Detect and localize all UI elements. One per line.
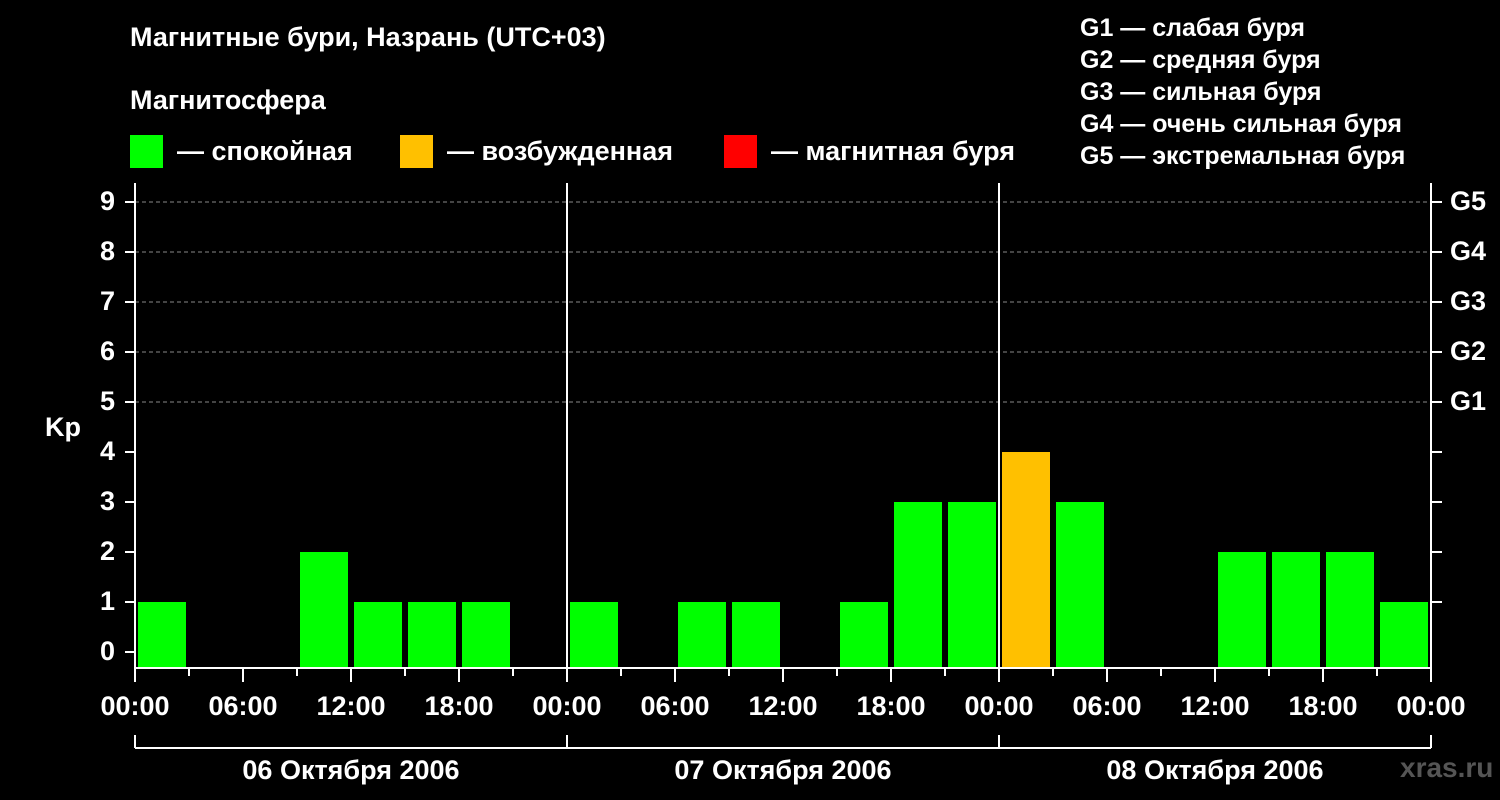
- kp-bar: [354, 602, 402, 668]
- kp-bar: [1218, 552, 1266, 668]
- x-tick-label: 00:00: [100, 691, 169, 721]
- x-tick-label: 12:00: [316, 691, 385, 721]
- y-axis-label: Kp: [45, 412, 81, 442]
- kp-bar: [840, 602, 888, 668]
- y-tick-label: 6: [100, 336, 115, 366]
- x-tick-label: 06:00: [1072, 691, 1141, 721]
- kp-bar: [1326, 552, 1374, 668]
- g-scale-label: G1: [1450, 386, 1486, 416]
- kp-bar: [1002, 452, 1050, 668]
- day-label: 07 Октября 2006: [674, 755, 891, 785]
- g-scale-label: G3: [1450, 286, 1486, 316]
- kp-bar: [138, 602, 186, 668]
- y-tick-label: 2: [100, 536, 115, 566]
- day-label: 08 Октября 2006: [1106, 755, 1323, 785]
- x-tick-label: 18:00: [1288, 691, 1357, 721]
- kp-bar: [408, 602, 456, 668]
- y-tick-label: 9: [100, 186, 115, 216]
- kp-bar: [462, 602, 510, 668]
- x-tick-label: 18:00: [856, 691, 925, 721]
- kp-bar-chart: 0 1 2 3 4 5 6 7 8 9 G1 G2 G3 G4 G5 Kp 00:00 06:00 12:00 18:…: [45, 183, 1486, 785]
- kp-bar: [1380, 602, 1428, 668]
- day-label: 06 Октября 2006: [242, 755, 459, 785]
- x-tick-label: 00:00: [532, 691, 601, 721]
- kp-bar: [948, 502, 996, 668]
- kp-bar: [894, 502, 942, 668]
- kp-bar: [300, 552, 348, 668]
- x-tick-label: 12:00: [748, 691, 817, 721]
- g-scale-label: G5: [1450, 186, 1486, 216]
- g-scale-label: G2: [1450, 336, 1486, 366]
- y-tick-label: 0: [100, 636, 115, 666]
- kp-bar: [570, 602, 618, 668]
- y-tick-label: 5: [100, 386, 115, 416]
- site-watermark: xras.ru: [1400, 752, 1494, 783]
- x-tick-label: 18:00: [424, 691, 493, 721]
- y-tick-label: 1: [100, 586, 115, 616]
- y-tick-label: 3: [100, 486, 115, 516]
- y-tick-label: 7: [100, 286, 115, 316]
- y-tick-label: 4: [100, 436, 115, 466]
- x-tick-label: 00:00: [964, 691, 1033, 721]
- kp-bar: [678, 602, 726, 668]
- x-tick-label: 06:00: [208, 691, 277, 721]
- kp-bar: [1056, 502, 1104, 668]
- x-tick-label: 12:00: [1180, 691, 1249, 721]
- x-tick-label: 06:00: [640, 691, 709, 721]
- g-scale-label: G4: [1450, 236, 1486, 266]
- y-tick-label: 8: [100, 236, 115, 266]
- x-tick-label: 00:00: [1396, 691, 1465, 721]
- kp-bar: [732, 602, 780, 668]
- kp-bar: [1272, 552, 1320, 668]
